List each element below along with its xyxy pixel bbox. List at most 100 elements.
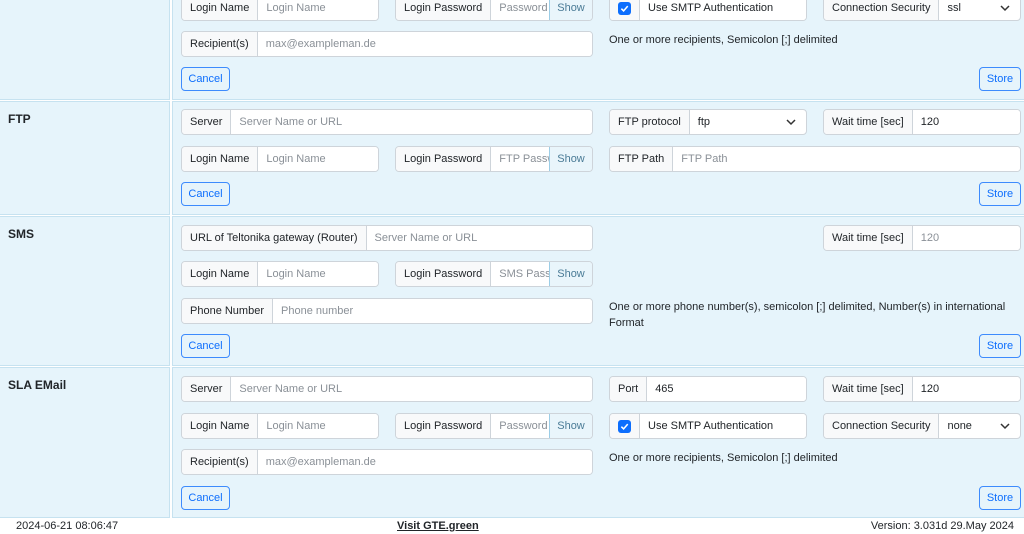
- sla-login-name-input[interactable]: Login Name: [258, 414, 378, 438]
- sms-phone-label: Phone Number: [182, 299, 273, 323]
- ftp-login-name-input[interactable]: Login Name: [258, 147, 378, 171]
- sla-wait-label: Wait time [sec]: [824, 377, 913, 401]
- sla-wait-group: Wait time [sec] 120: [823, 376, 1021, 402]
- sms-section-body: URL of Teltonika gateway (Router) Server…: [172, 216, 1024, 366]
- smtp-show-password-button[interactable]: Show: [549, 0, 592, 20]
- footer-link[interactable]: Visit GTE.green: [397, 520, 479, 532]
- ftp-login-password-label: Login Password: [396, 147, 492, 171]
- sms-cancel-button[interactable]: Cancel: [181, 334, 230, 358]
- sla-security-label: Connection Security: [824, 414, 940, 438]
- sla-auth-checkbox-cell: [610, 414, 640, 438]
- ftp-store-button[interactable]: Store: [979, 182, 1021, 206]
- sla-login-password-group: Login Password Password Show: [395, 413, 593, 439]
- sla-port-input[interactable]: 465: [647, 377, 806, 401]
- sms-wait-input[interactable]: 120: [912, 226, 1020, 250]
- sms-gateway-input[interactable]: Server Name or URL: [366, 226, 592, 250]
- ftp-path-input[interactable]: FTP Path: [673, 147, 1020, 171]
- sms-section: SMS URL of Teltonika gateway (Router) Se…: [0, 216, 1024, 366]
- sla-recipients-group: Recipient(s) max@exampleman.de: [181, 449, 593, 475]
- sms-section-title-cell: SMS: [0, 216, 170, 366]
- footer-datetime: 2024-06-21 08:06:47: [16, 520, 119, 532]
- smtp-section: Login Name Login Name Login Password Pas…: [0, 0, 1024, 100]
- chevron-down-icon: [990, 414, 1020, 438]
- chevron-down-icon: [776, 110, 806, 134]
- smtp-recipients-input[interactable]: max@exampleman.de: [257, 32, 592, 56]
- sla-show-password-button[interactable]: Show: [549, 414, 592, 438]
- sms-login-password-label: Login Password: [396, 262, 492, 286]
- chevron-down-icon: [990, 0, 1020, 20]
- sms-login-name-group: Login Name Login Name: [181, 261, 379, 287]
- smtp-login-password-label: Login Password: [396, 0, 492, 20]
- sla-recipients-hint: One or more recipients, Semicolon [;] de…: [609, 452, 838, 464]
- smtp-login-name-input[interactable]: Login Name: [258, 0, 378, 20]
- smtp-cancel-button[interactable]: Cancel: [181, 67, 230, 91]
- sms-phone-hint: One or more phone number(s), semicolon […: [609, 301, 1006, 329]
- ftp-login-password-input[interactable]: FTP Passw: [491, 147, 549, 171]
- smtp-auth-checkbox[interactable]: [618, 1, 631, 15]
- sla-security-group: Connection Security none: [823, 413, 1021, 439]
- sms-phone-group: Phone Number Phone number: [181, 298, 593, 324]
- sla-server-label: Server: [182, 377, 232, 401]
- ftp-login-password-group: Login Password FTP Passw Show: [395, 146, 593, 172]
- ftp-wait-label: Wait time [sec]: [824, 110, 913, 134]
- ftp-wait-input[interactable]: 120: [912, 110, 1020, 134]
- sms-wait-label: Wait time [sec]: [824, 226, 913, 250]
- smtp-recipients-group: Recipient(s) max@exampleman.de: [181, 31, 593, 57]
- sms-phone-input[interactable]: Phone number: [273, 299, 592, 323]
- sla-recipients-label: Recipient(s): [182, 450, 258, 474]
- sms-login-password-group: Login Password SMS Passv Show: [395, 261, 593, 287]
- smtp-security-select[interactable]: ssl: [939, 0, 990, 20]
- sms-login-name-input[interactable]: Login Name: [258, 262, 378, 286]
- smtp-auth-group: Use SMTP Authentication: [609, 0, 807, 21]
- sla-port-label: Port: [610, 377, 648, 401]
- ftp-section-title: FTP: [8, 112, 31, 126]
- ftp-protocol-label: FTP protocol: [610, 110, 690, 134]
- sla-recipients-input[interactable]: max@exampleman.de: [257, 450, 592, 474]
- sms-show-password-button[interactable]: Show: [549, 262, 592, 286]
- ftp-show-password-button[interactable]: Show: [549, 147, 592, 171]
- sla-section-title: SLA EMail: [8, 378, 67, 392]
- sms-wait-group: Wait time [sec] 120: [823, 225, 1021, 251]
- check-icon: [620, 5, 629, 12]
- smtp-store-button[interactable]: Store: [979, 67, 1021, 91]
- sla-login-name-group: Login Name Login Name: [181, 413, 379, 439]
- ftp-protocol-select[interactable]: ftp: [689, 110, 776, 134]
- sla-security-select[interactable]: none: [939, 414, 990, 438]
- footer-version: Version: 3.031d 29.May 2024: [870, 520, 1014, 532]
- smtp-recipients-hint: One or more recipients, Semicolon [;] de…: [609, 34, 838, 46]
- ftp-cancel-button[interactable]: Cancel: [181, 182, 230, 206]
- smtp-section-body: Login Name Login Name Login Password Pas…: [172, 0, 1024, 100]
- sla-auth-label: Use SMTP Authentication: [640, 414, 806, 438]
- sla-server-input[interactable]: Server Name or URL: [231, 377, 592, 401]
- smtp-security-label: Connection Security: [824, 0, 940, 20]
- ftp-section: FTP Server Server Name or URL FTP protoc…: [0, 101, 1024, 215]
- smtp-login-password-input[interactable]: Password: [491, 0, 549, 20]
- smtp-security-group: Connection Security ssl: [823, 0, 1021, 21]
- sla-auth-checkbox[interactable]: [618, 419, 631, 433]
- sla-cancel-button[interactable]: Cancel: [181, 486, 230, 510]
- ftp-section-title-cell: FTP: [0, 101, 170, 215]
- ftp-protocol-group: FTP protocol ftp: [609, 109, 807, 135]
- ftp-section-body: Server Server Name or URL FTP protocol f…: [172, 101, 1024, 215]
- sms-login-password-input[interactable]: SMS Passv: [491, 262, 549, 286]
- ftp-path-label: FTP Path: [610, 147, 674, 171]
- footer: 2024-06-21 08:06:47 Visit GTE.green Vers…: [0, 518, 1024, 534]
- sla-server-group: Server Server Name or URL: [181, 376, 593, 402]
- sms-store-button[interactable]: Store: [979, 334, 1021, 358]
- ftp-wait-group: Wait time [sec] 120: [823, 109, 1021, 135]
- ftp-server-label: Server: [182, 110, 232, 134]
- sla-wait-input[interactable]: 120: [912, 377, 1020, 401]
- smtp-recipients-label: Recipient(s): [182, 32, 258, 56]
- sms-gateway-group: URL of Teltonika gateway (Router) Server…: [181, 225, 593, 251]
- sms-login-name-label: Login Name: [182, 262, 259, 286]
- sla-login-password-input[interactable]: Password: [491, 414, 549, 438]
- sla-section-title-cell: SLA EMail: [0, 367, 170, 518]
- smtp-auth-label: Use SMTP Authentication: [640, 0, 806, 20]
- ftp-server-input[interactable]: Server Name or URL: [231, 110, 592, 134]
- check-icon: [620, 423, 629, 430]
- sla-store-button[interactable]: Store: [979, 486, 1021, 510]
- smtp-auth-checkbox-cell: [610, 0, 640, 20]
- sla-login-name-label: Login Name: [182, 414, 259, 438]
- sla-section-body: Server Server Name or URL Port 465 Wait …: [172, 367, 1024, 518]
- smtp-login-name-group: Login Name Login Name: [181, 0, 379, 21]
